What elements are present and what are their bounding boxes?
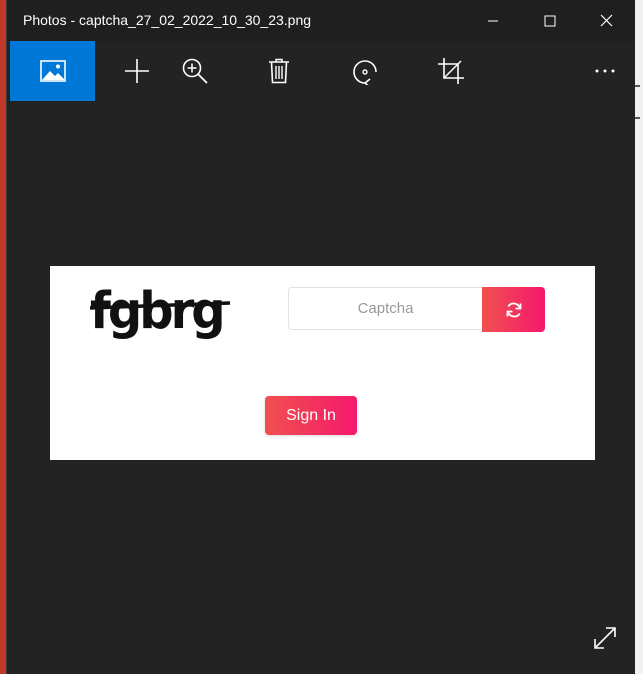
fullscreen-icon bbox=[594, 627, 616, 649]
view-image-button[interactable] bbox=[10, 41, 95, 101]
more-button[interactable] bbox=[585, 41, 625, 101]
window-title: Photos - captcha_27_02_2022_10_30_23.png bbox=[23, 12, 312, 28]
captcha-input[interactable] bbox=[288, 287, 482, 330]
zoom-button[interactable] bbox=[175, 41, 215, 101]
rotate-icon bbox=[353, 60, 377, 85]
minimize-button[interactable] bbox=[464, 0, 522, 41]
fullscreen-button[interactable] bbox=[587, 620, 623, 656]
more-icon bbox=[595, 69, 615, 73]
rotate-button[interactable] bbox=[345, 41, 385, 101]
refresh-captcha-button[interactable] bbox=[482, 287, 545, 332]
photos-window: Photos - captcha_27_02_2022_10_30_23.png bbox=[6, 0, 635, 674]
captcha-text: fgbrg bbox=[90, 282, 223, 340]
captcha-image: fgbrg bbox=[89, 282, 231, 340]
maximize-button[interactable] bbox=[521, 0, 579, 41]
image-icon bbox=[39, 60, 66, 82]
delete-icon bbox=[269, 58, 289, 84]
refresh-icon bbox=[506, 302, 521, 317]
toolbar bbox=[7, 41, 635, 101]
captcha-input-group bbox=[288, 287, 546, 332]
crop-icon bbox=[438, 58, 464, 84]
minimize-icon bbox=[488, 20, 498, 21]
maximize-icon bbox=[544, 15, 556, 26]
zoom-in-icon bbox=[182, 58, 208, 84]
desktop: Photos - captcha_27_02_2022_10_30_23.png bbox=[0, 0, 643, 674]
delete-button[interactable] bbox=[259, 41, 299, 101]
close-button[interactable] bbox=[577, 0, 635, 41]
close-icon bbox=[600, 14, 612, 27]
title-bar[interactable]: Photos - captcha_27_02_2022_10_30_23.png bbox=[7, 0, 635, 41]
displayed-image: fgbrg Sign In bbox=[50, 266, 595, 460]
sign-in-button[interactable]: Sign In bbox=[265, 396, 357, 435]
add-to-button[interactable] bbox=[117, 41, 157, 101]
crop-button[interactable] bbox=[431, 41, 471, 101]
add-icon bbox=[125, 59, 149, 83]
